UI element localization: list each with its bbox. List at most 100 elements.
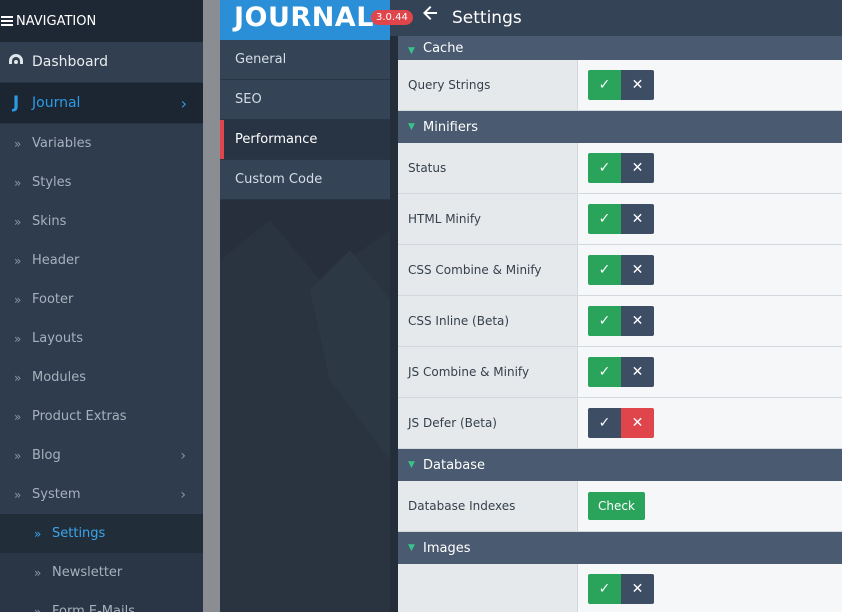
background-pattern	[220, 220, 390, 612]
setting-label: Status	[398, 143, 578, 193]
nav-subitem-label: Newsletter	[52, 565, 123, 580]
double-chevron-icon: »	[14, 175, 22, 190]
nav-item-modules[interactable]: » Modules	[0, 358, 203, 397]
nav-item-journal-label: Journal	[32, 95, 81, 111]
css-combine-toggle[interactable]: ✓ ✕	[588, 255, 654, 285]
logo-text: JOURNAL	[234, 2, 374, 33]
nav-subitem-settings[interactable]: » Settings	[0, 514, 203, 553]
caret-down-icon: ▼	[408, 122, 415, 132]
double-chevron-icon: »	[14, 253, 22, 268]
tab-seo[interactable]: SEO	[220, 80, 390, 120]
check-icon[interactable]: ✓	[588, 204, 621, 234]
journal-logo-icon: J	[12, 93, 20, 113]
navigation-title: NAVIGATION	[16, 13, 97, 29]
hamburger-icon	[1, 16, 13, 26]
nav-item-variables[interactable]: » Variables	[0, 124, 203, 163]
js-defer-toggle[interactable]: ✓ ✕	[588, 408, 654, 438]
setting-label: Database Indexes	[398, 481, 578, 531]
close-icon[interactable]: ✕	[621, 574, 654, 604]
close-icon[interactable]: ✕	[621, 70, 654, 100]
query-strings-toggle[interactable]: ✓ ✕	[588, 70, 654, 100]
section-cache-header[interactable]: ▼ Cache	[398, 36, 842, 60]
double-chevron-icon: »	[14, 136, 22, 151]
nav-item-label: Styles	[32, 175, 72, 190]
nav-item-blog[interactable]: » Blog ›	[0, 436, 203, 475]
scroll-gutter	[203, 0, 220, 612]
nav-item-system[interactable]: » System ›	[0, 475, 203, 514]
dashboard-icon	[0, 53, 32, 71]
close-icon[interactable]: ✕	[621, 204, 654, 234]
setting-label: Query Strings	[398, 60, 578, 110]
nav-subitem-label: Settings	[52, 526, 106, 541]
section-database-header[interactable]: ▼ Database	[398, 449, 842, 481]
setting-row-status: Status ✓ ✕	[398, 143, 842, 194]
nav-subitem-newsletter[interactable]: » Newsletter	[0, 553, 203, 592]
page-title: Settings	[452, 8, 522, 28]
nav-item-label: Footer	[32, 292, 74, 307]
caret-down-icon: ▼	[408, 46, 415, 56]
check-icon[interactable]: ✓	[588, 306, 621, 336]
double-chevron-icon: »	[34, 565, 42, 580]
nav-item-journal[interactable]: J Journal ›	[0, 83, 203, 124]
navigation-header[interactable]: NAVIGATION	[0, 0, 203, 42]
nav-item-label: System	[32, 487, 81, 502]
check-icon[interactable]: ✓	[588, 255, 621, 285]
tab-performance[interactable]: Performance	[220, 120, 390, 160]
navigation-sidebar: NAVIGATION Dashboard J Journal › » Variab…	[0, 0, 203, 612]
close-icon[interactable]: ✕	[621, 255, 654, 285]
nav-item-dashboard-label: Dashboard	[32, 54, 108, 70]
tab-general[interactable]: General	[220, 40, 390, 80]
close-icon[interactable]: ✕	[621, 306, 654, 336]
close-icon[interactable]: ✕	[621, 408, 654, 438]
section-images-header[interactable]: ▼ Images	[398, 532, 842, 564]
version-badge: 3.0.44	[371, 10, 413, 25]
setting-label: CSS Inline (Beta)	[398, 296, 578, 346]
check-icon[interactable]: ✓	[588, 153, 621, 183]
css-inline-toggle[interactable]: ✓ ✕	[588, 306, 654, 336]
double-chevron-icon: »	[14, 331, 22, 346]
section-minifiers-header[interactable]: ▼ Minifiers	[398, 111, 842, 143]
settings-content: ▼ Cache Query Strings ✓ ✕ ▼ Minifiers Sta…	[398, 36, 842, 612]
check-icon[interactable]: ✓	[588, 574, 621, 604]
tab-custom-code[interactable]: Custom Code	[220, 160, 390, 200]
nav-item-label: Layouts	[32, 331, 83, 346]
nav-item-product-extras[interactable]: » Product Extras	[0, 397, 203, 436]
close-icon[interactable]: ✕	[621, 153, 654, 183]
nav-item-skins[interactable]: » Skins	[0, 202, 203, 241]
html-minify-toggle[interactable]: ✓ ✕	[588, 204, 654, 234]
journal-logo: JOURNAL	[220, 0, 390, 40]
setting-label: JS Defer (Beta)	[398, 398, 578, 448]
double-chevron-icon: »	[14, 487, 22, 502]
check-icon[interactable]: ✓	[588, 408, 621, 438]
nav-item-footer[interactable]: » Footer	[0, 280, 203, 319]
nav-item-header[interactable]: » Header	[0, 241, 203, 280]
nav-item-styles[interactable]: » Styles	[0, 163, 203, 202]
setting-row-css-combine: CSS Combine & Minify ✓ ✕	[398, 245, 842, 296]
status-toggle[interactable]: ✓ ✕	[588, 153, 654, 183]
images-toggle[interactable]: ✓ ✕	[588, 574, 654, 604]
setting-row-database-indexes: Database Indexes Check	[398, 481, 842, 532]
nav-item-dashboard[interactable]: Dashboard	[0, 42, 203, 83]
chevron-right-icon: ›	[180, 486, 186, 503]
check-icon[interactable]: ✓	[588, 357, 621, 387]
section-title: Images	[423, 540, 471, 556]
nav-subitem-label: Form E-Mails	[52, 604, 135, 612]
setting-label: CSS Combine & Minify	[398, 245, 578, 295]
section-title: Minifiers	[423, 119, 478, 135]
nav-subitem-form-emails[interactable]: » Form E-Mails	[0, 592, 203, 612]
setting-row-js-combine: JS Combine & Minify ✓ ✕	[398, 347, 842, 398]
chevron-right-icon: ›	[180, 93, 187, 113]
arrow-left-icon[interactable]	[422, 5, 438, 26]
nav-item-layouts[interactable]: » Layouts	[0, 319, 203, 358]
double-chevron-icon: »	[14, 409, 22, 424]
js-combine-toggle[interactable]: ✓ ✕	[588, 357, 654, 387]
double-chevron-icon: »	[14, 370, 22, 385]
chevron-right-icon: ›	[180, 447, 186, 464]
check-button[interactable]: Check	[588, 492, 645, 520]
close-icon[interactable]: ✕	[621, 357, 654, 387]
check-icon[interactable]: ✓	[588, 70, 621, 100]
nav-item-label: Blog	[32, 448, 61, 463]
double-chevron-icon: »	[14, 448, 22, 463]
nav-item-label: Variables	[32, 136, 92, 151]
setting-label: JS Combine & Minify	[398, 347, 578, 397]
